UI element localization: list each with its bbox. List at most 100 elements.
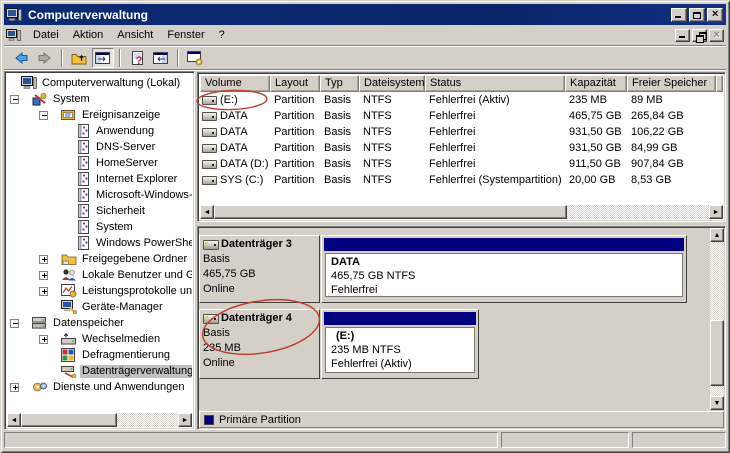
tree-item-datenspeicher[interactable]: Datenspeicher [7, 315, 192, 331]
volume-list-panel: Volume Layout Typ Dateisystem Status Kap… [197, 72, 726, 222]
menu-aktion[interactable]: Aktion [66, 27, 111, 43]
partition-label: DATA [331, 255, 677, 269]
tree-item-lokale-benutzer[interactable]: Lokale Benutzer und Grup [7, 267, 192, 283]
scroll-down-arrow-icon[interactable]: ▼ [710, 396, 724, 410]
column-header-kapazitaet[interactable]: Kapazität [565, 75, 627, 92]
up-one-level-button[interactable] [68, 48, 90, 68]
collapse-toggle-icon[interactable] [10, 319, 19, 328]
scrollbar-thumb[interactable] [710, 320, 724, 386]
scroll-right-arrow-icon[interactable]: ► [709, 205, 723, 219]
disk-view-vertical-scrollbar[interactable]: ▲ ▼ [710, 228, 724, 410]
forward-button[interactable] [34, 48, 56, 68]
tree-item-label: DNS-Server [94, 141, 157, 154]
tree-item-internet-explorer[interactable]: Internet Explorer [7, 171, 192, 187]
menu-fenster[interactable]: Fenster [160, 27, 211, 43]
column-header-volume[interactable]: Volume [200, 75, 270, 92]
tree-item-system[interactable]: System [7, 91, 192, 107]
scroll-up-arrow-icon[interactable]: ▲ [710, 228, 724, 242]
cell-status: Fehlerfrei (Aktiv) [425, 94, 565, 106]
new-window-button[interactable] [184, 48, 206, 68]
disk-info-cell[interactable]: Datenträger 3 Basis 465,75 GB Online [199, 235, 320, 303]
column-header-freier-speicher[interactable]: Freier Speicher [627, 75, 716, 92]
volume-row-data-d[interactable]: DATA (D:) Partition Basis NTFS Fehlerfre… [200, 156, 723, 172]
partition-color-strip [324, 312, 476, 325]
volume-list-horizontal-scrollbar[interactable]: ◄ ► [200, 205, 723, 219]
disk-info-cell[interactable]: Datenträger 4 Basis 235 MB Online [199, 309, 320, 379]
tree-item-computerverwaltung[interactable]: Computerverwaltung (Lokal) [7, 75, 192, 91]
close-button[interactable]: × [707, 8, 723, 22]
disk-size: 235 MB [203, 341, 316, 356]
column-header-overflow[interactable] [716, 75, 723, 92]
computer-icon [6, 7, 24, 22]
scroll-left-arrow-icon[interactable]: ◄ [200, 205, 214, 219]
show-properties-button[interactable] [150, 48, 172, 68]
volume-row-data3[interactable]: DATA Partition Basis NTFS Fehlerfrei 931… [200, 140, 723, 156]
mdi-restore-button[interactable] [692, 29, 707, 42]
tree-item-label: Computerverwaltung (Lokal) [40, 77, 182, 90]
event-log-icon [77, 172, 91, 186]
cell-freier-speicher: 907,84 GB [627, 158, 716, 170]
column-header-layout[interactable]: Layout [270, 75, 320, 92]
disk-name: Datenträger 3 [221, 237, 292, 252]
volume-row-sys-c[interactable]: SYS (C:) Partition Basis NTFS Fehlerfrei… [200, 172, 723, 188]
partition-block-data[interactable]: DATA 465,75 GB NTFS Fehlerfrei [321, 235, 687, 303]
minimize-icon [675, 16, 681, 18]
maximize-button[interactable] [689, 8, 705, 22]
tree-item-leistungsprotokolle[interactable]: Leistungsprotokolle und W [7, 283, 192, 299]
tree-item-defragmentierung[interactable]: Defragmentierung [7, 347, 192, 363]
mdi-system-menu-icon[interactable] [6, 28, 24, 43]
tree-item-dns-server[interactable]: DNS-Server [7, 139, 192, 155]
volume-row-data2[interactable]: DATA Partition Basis NTFS Fehlerfrei 931… [200, 124, 723, 140]
system-tools-icon [32, 92, 48, 106]
tree-item-sicherheit[interactable]: Sicherheit [7, 203, 192, 219]
cell-freier-speicher: 89 MB [627, 94, 716, 106]
collapse-toggle-icon[interactable] [10, 95, 19, 104]
tree-horizontal-scrollbar[interactable]: ◄ ► [7, 413, 192, 427]
column-header-dateisystem[interactable]: Dateisystem [359, 75, 425, 92]
volume-row-data1[interactable]: DATA Partition Basis NTFS Fehlerfrei 465… [200, 108, 723, 124]
column-header-status[interactable]: Status [425, 75, 565, 92]
tree-item-dienste-und-anwendungen[interactable]: Dienste und Anwendungen [7, 379, 192, 395]
tree-item-label: Windows PowerShell [94, 237, 192, 250]
tree-item-datentraegerverwaltung[interactable]: Datenträgerverwaltung [7, 363, 192, 379]
menu-datei[interactable]: Datei [26, 27, 66, 43]
column-header-typ[interactable]: Typ [320, 75, 359, 92]
removable-media-icon [61, 332, 77, 346]
help-button[interactable]: ? [126, 48, 148, 68]
tree-item-microsoft-windows[interactable]: Microsoft-Windows-F [7, 187, 192, 203]
partition-block-e[interactable]: (E:) 235 MB NTFS Fehlerfrei (Aktiv) [321, 309, 479, 379]
expand-toggle-icon[interactable] [39, 335, 48, 344]
scrollbar-thumb[interactable] [21, 413, 117, 427]
back-button[interactable] [10, 48, 32, 68]
expand-toggle-icon[interactable] [39, 255, 48, 264]
menu-ansicht[interactable]: Ansicht [110, 27, 160, 43]
tree-item-windows-powershell[interactable]: Windows PowerShell [7, 235, 192, 251]
titlebar[interactable]: Computerverwaltung × [4, 4, 726, 25]
cell-typ: Basis [320, 158, 359, 170]
expand-toggle-icon[interactable] [39, 271, 48, 280]
expand-toggle-icon[interactable] [10, 383, 19, 392]
scroll-right-arrow-icon[interactable]: ► [178, 413, 192, 427]
tree-item-freigegebene-ordner[interactable]: Freigegebene Ordner [7, 251, 192, 267]
volume-row-e[interactable]: (E:) Partition Basis NTFS Fehlerfrei (Ak… [200, 92, 723, 108]
mdi-minimize-button[interactable] [675, 29, 690, 42]
tree-item-ereignisanzeige[interactable]: Ereignisanzeige [7, 107, 192, 123]
tree-item-geraete-manager[interactable]: Geräte-Manager [7, 299, 192, 315]
scroll-left-arrow-icon[interactable]: ◄ [7, 413, 21, 427]
cell-typ: Basis [320, 110, 359, 122]
cell-kapazitaet: 465,75 GB [565, 110, 627, 122]
cell-status: Fehlerfrei [425, 158, 565, 170]
scrollbar-thumb[interactable] [214, 205, 567, 219]
tree-item-system-log[interactable]: System [7, 219, 192, 235]
cell-freier-speicher: 84,99 GB [627, 142, 716, 154]
tree-item-label: Datenträgerverwaltung [80, 365, 192, 378]
expand-toggle-icon[interactable] [39, 287, 48, 296]
minimize-button[interactable] [671, 8, 687, 22]
tree-item-anwendung[interactable]: Anwendung [7, 123, 192, 139]
mdi-close-button[interactable]: × [709, 29, 724, 42]
show-hide-console-tree-button[interactable] [92, 48, 114, 68]
tree-item-wechselmedien[interactable]: Wechselmedien [7, 331, 192, 347]
collapse-toggle-icon[interactable] [39, 111, 48, 120]
menu-hilfe[interactable]: ? [212, 27, 232, 43]
tree-item-homeserver[interactable]: HomeServer [7, 155, 192, 171]
